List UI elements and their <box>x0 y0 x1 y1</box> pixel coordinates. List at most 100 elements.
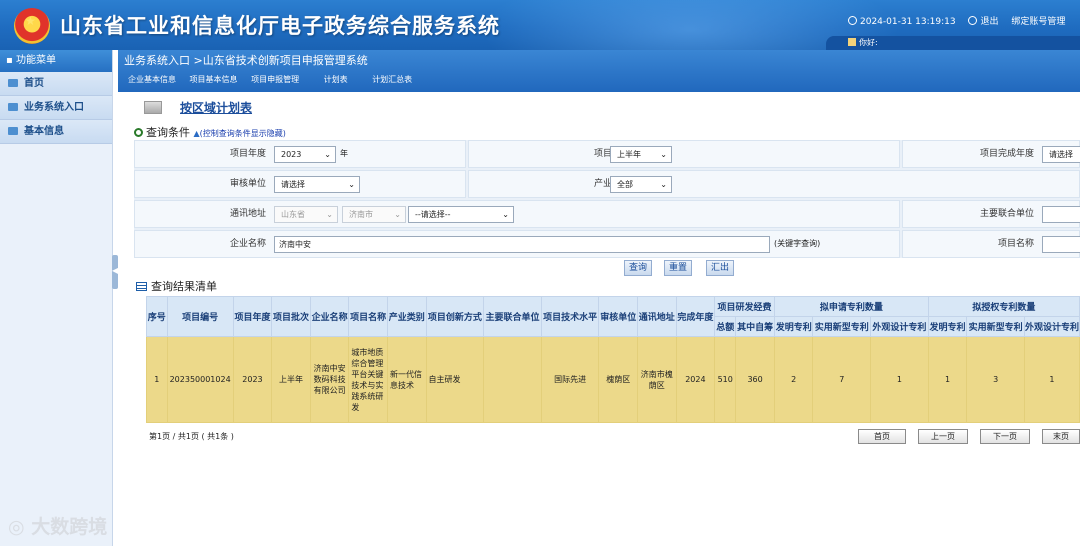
company-label: 企业名称 <box>229 239 266 249</box>
form-cell <box>468 140 900 168</box>
project-name-input[interactable] <box>1042 236 1080 253</box>
sidebar-item-label: 基本信息 <box>24 126 64 137</box>
query-label: 查询条件 <box>146 126 190 139</box>
result-title: 查询结果清单 <box>151 280 217 293</box>
main-content: 业务系统入口 >山东省技术创新项目申报管理系统 企业基本信息 项目基本信息 项目… <box>118 50 1080 546</box>
tab-company-info[interactable]: 企业基本信息 <box>128 74 176 85</box>
cell-industry: 新一代信息技术 <box>386 336 427 423</box>
sidebar-item-home[interactable]: 首页 <box>0 72 112 96</box>
col-header: 产业类别 <box>386 296 427 337</box>
cell-total: 510 <box>714 336 737 423</box>
col-header: 发明专利 <box>927 316 968 337</box>
chevron-down-icon: ⌄ <box>348 180 355 189</box>
province-select[interactable]: 山东省 ⌄ <box>274 206 338 223</box>
cell-apply-design: 1 <box>870 336 929 423</box>
year-select-value: 2023 <box>281 150 302 159</box>
user-icon <box>848 38 856 46</box>
cell-code: 202350001024 <box>166 336 234 423</box>
sidebar-item-business-entry[interactable]: 业务系统入口 <box>0 96 112 120</box>
list-icon <box>136 282 147 291</box>
finish-year-select[interactable]: 请选择 <box>1042 146 1080 163</box>
query-form: 项目年度 2023⌄ 年 项目批次 上半年⌄ 项目完成年度 请选择 审核单位 请… <box>134 140 1080 258</box>
table-row[interactable]: 1 202350001024 2023 上半年 济南中安数码科技有限公司 城市地… <box>146 336 1080 423</box>
year-label: 项目年度 <box>229 149 266 159</box>
folder-icon <box>8 79 18 87</box>
tab-project-info[interactable]: 项目基本信息 <box>190 74 238 85</box>
search-icon <box>134 128 143 137</box>
first-page-button[interactable]: 首页 <box>858 429 906 444</box>
pager-info: 第1页 / 共1页 ( 共1条 ) <box>149 432 234 441</box>
batch-select-value: 上半年 <box>617 150 641 159</box>
cell-project-name: 城市地质综合管理平台关键技术与实践系统研发 <box>348 336 388 423</box>
audit-unit-select[interactable]: 请选择 ⌄ <box>274 176 360 193</box>
col-header: 审核单位 <box>598 296 638 337</box>
breadcrumb: 业务系统入口 >山东省技术创新项目申报管理系统 <box>124 54 368 67</box>
clock-icon <box>848 16 857 25</box>
col-header-group: 拟申请专利数量 <box>773 296 929 317</box>
chevron-down-icon: ⌄ <box>394 210 401 219</box>
query-button[interactable]: 查询 <box>624 260 653 276</box>
col-header: 发明专利 <box>773 316 814 337</box>
project-name-label: 项目名称 <box>997 239 1034 249</box>
prev-page-button[interactable]: 上一页 <box>918 429 968 444</box>
joint-unit-label: 主要联合单位 <box>979 209 1034 219</box>
cell-tech-level: 国际先进 <box>540 336 600 423</box>
sidebar-item-basic-info[interactable]: 基本信息 <box>0 120 112 144</box>
col-header: 实用新型专利 <box>812 316 872 337</box>
folder-icon <box>8 103 18 111</box>
cell-year: 2023 <box>232 336 273 423</box>
cell-company: 济南中安数码科技有限公司 <box>309 336 350 423</box>
cell-grant-invention: 1 <box>927 336 968 423</box>
logout-link[interactable]: 退出 <box>968 16 998 27</box>
tab-plan-table[interactable]: 计划表 <box>324 74 348 85</box>
col-header: 实用新型专利 <box>966 316 1025 337</box>
cell-address: 济南市槐荫区 <box>637 336 677 423</box>
query-toggle-link[interactable]: (控制查询条件显示隐藏) <box>200 129 286 138</box>
cell-finish: 2024 <box>675 336 716 423</box>
cell-batch: 上半年 <box>271 336 311 423</box>
cell-grant-utility: 3 <box>966 336 1025 423</box>
year-select[interactable]: 2023 ⌄ <box>274 146 336 163</box>
last-page-button[interactable]: 末页 <box>1042 429 1080 444</box>
audit-unit-select-value: 请选择 <box>281 180 305 189</box>
city-select-value: 济南市 <box>349 210 373 219</box>
keyword-hint: (关键字查询) <box>774 239 821 248</box>
bind-account-link[interactable]: 绑定账号管理 <box>1011 17 1065 27</box>
province-select-value: 山东省 <box>281 210 305 219</box>
col-header: 完成年度 <box>675 296 716 337</box>
batch-select[interactable]: 上半年 ⌄ <box>610 146 672 163</box>
col-header: 外观设计专利 <box>1023 316 1080 337</box>
audit-unit-label: 审核单位 <box>229 179 266 189</box>
folder-icon <box>8 127 18 135</box>
finish-year-select-value: 请选择 <box>1049 150 1073 159</box>
sidebar-item-label: 业务系统入口 <box>24 102 84 113</box>
reset-button[interactable]: 重置 <box>664 260 693 276</box>
cell-apply-utility: 7 <box>812 336 872 423</box>
national-emblem-icon: ★ <box>14 8 50 44</box>
col-header: 项目名称 <box>348 296 388 337</box>
watermark-text: 大数跨境 <box>31 516 108 538</box>
page-title: 按区域计划表 <box>180 101 253 115</box>
col-header: 项目年度 <box>232 296 273 337</box>
chart-thumbnail-icon <box>144 101 162 114</box>
cell-audit: 槐荫区 <box>598 336 638 423</box>
district-select[interactable]: --请选择-- ⌄ <box>408 206 514 223</box>
industry-select[interactable]: 全部 ⌄ <box>610 176 672 193</box>
datetime: 2024-01-31 13:19:13 <box>848 16 956 27</box>
col-header: 企业名称 <box>309 296 350 337</box>
watermark: ◎ 大数跨境 <box>8 512 107 539</box>
chevron-down-icon: ⌄ <box>660 150 667 159</box>
tab-plan-summary[interactable]: 计划汇总表 <box>372 74 412 85</box>
export-button[interactable]: 汇出 <box>706 260 735 276</box>
col-header: 总额 <box>714 316 737 337</box>
company-name-input[interactable]: 济南中安 <box>274 236 770 253</box>
joint-unit-input[interactable] <box>1042 206 1080 223</box>
next-page-button[interactable]: 下一页 <box>980 429 1030 444</box>
cell-self: 360 <box>735 336 775 423</box>
year-unit: 年 <box>340 149 348 158</box>
col-header: 项目编号 <box>166 296 234 337</box>
breadcrumb-bar: 业务系统入口 >山东省技术创新项目申报管理系统 企业基本信息 项目基本信息 项目… <box>118 50 1080 92</box>
tab-project-declare[interactable]: 项目申报管理 <box>251 74 299 85</box>
city-select[interactable]: 济南市 ⌄ <box>342 206 406 223</box>
result-title-row: 查询结果清单 <box>136 278 217 294</box>
